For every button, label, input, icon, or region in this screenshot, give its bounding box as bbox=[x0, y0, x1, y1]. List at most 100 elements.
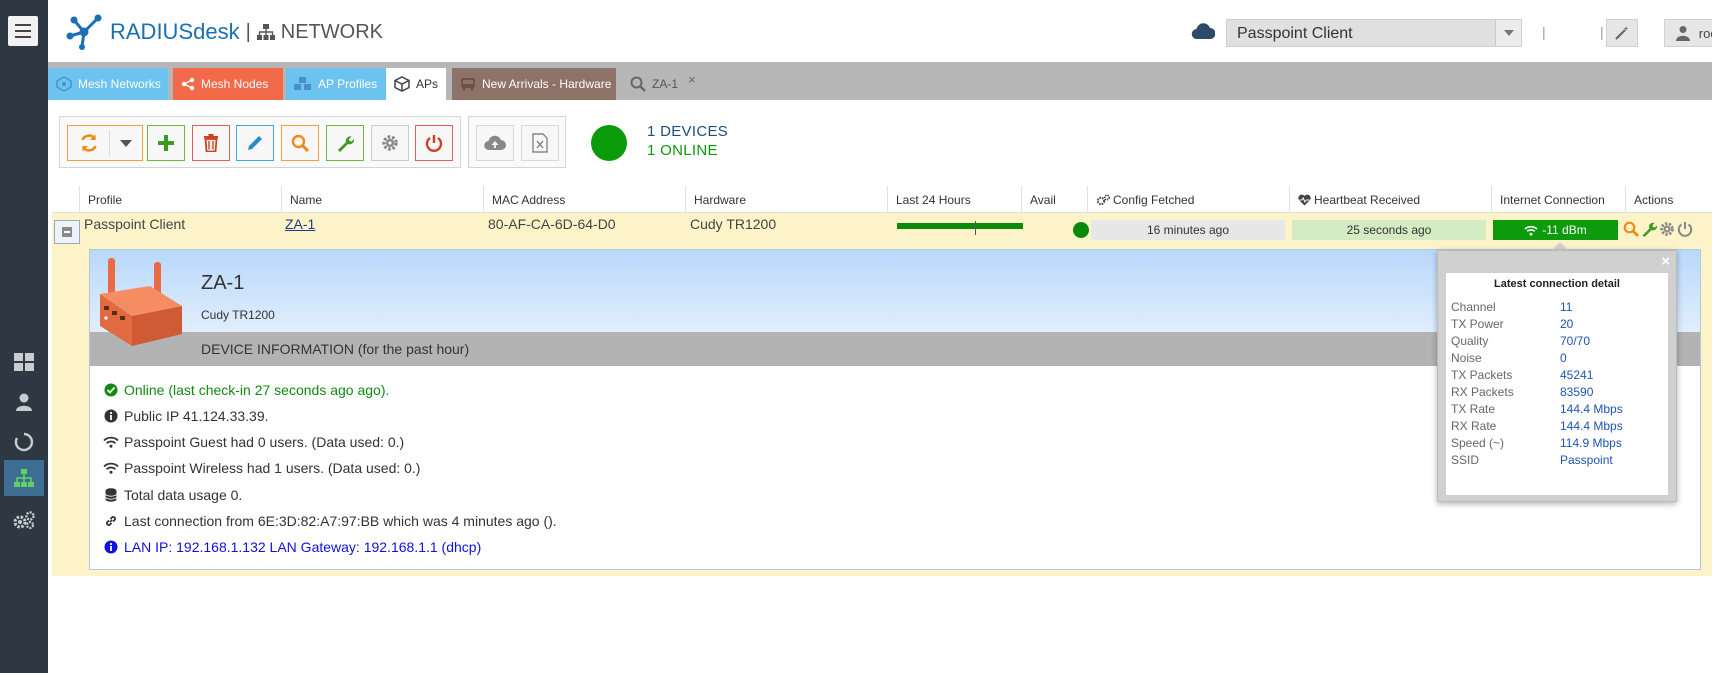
pencil-icon bbox=[248, 136, 262, 150]
detail-row: Noise 0 bbox=[1451, 351, 1567, 365]
settings-cogs-icon[interactable] bbox=[4, 502, 44, 538]
info-ssid-wireless: Passpoint Wireless had 1 users. (Data us… bbox=[103, 460, 420, 476]
bus-icon bbox=[460, 77, 476, 91]
settings-action-gear-icon[interactable] bbox=[1659, 221, 1675, 237]
online-status-indicator bbox=[591, 125, 627, 161]
config-fetched-value: 16 minutes ago bbox=[1091, 220, 1285, 240]
col-hardware[interactable]: Hardware bbox=[685, 186, 887, 213]
info-circle-icon bbox=[103, 540, 119, 554]
row-collapse-button[interactable] bbox=[54, 220, 80, 244]
dashboard-icon[interactable] bbox=[4, 344, 44, 380]
refresh-icon bbox=[80, 134, 97, 152]
detail-row: TX Packets 45241 bbox=[1451, 368, 1594, 382]
menu-toggle-button[interactable] bbox=[8, 16, 38, 46]
grid-header: Profile Name MAC Address Hardware Last 2… bbox=[52, 186, 1712, 213]
top-header: RADIUSdesk | NETWORK Passpoint Client | … bbox=[48, 0, 1712, 62]
brand-separator: | bbox=[245, 20, 251, 43]
info-ssid-guest: Passpoint Guest had 0 users. (Data used:… bbox=[103, 434, 404, 450]
cell-hardware: Cudy TR1200 bbox=[690, 216, 777, 232]
app-root: RADIUSdesk | NETWORK Passpoint Client | … bbox=[0, 0, 1712, 673]
realm-selector[interactable]: Passpoint Client bbox=[1226, 19, 1522, 47]
close-icon[interactable]: × bbox=[1661, 253, 1670, 270]
info-public-ip: Public IP 41.124.33.39. bbox=[103, 408, 269, 424]
col-avail[interactable]: Avail bbox=[1021, 186, 1087, 213]
col-mac-address[interactable]: MAC Address bbox=[483, 186, 685, 213]
database-icon bbox=[103, 488, 119, 502]
info-last-connection: Last connection from 6E:3D:82:A7:97:BB w… bbox=[103, 513, 557, 529]
cubes-icon bbox=[294, 77, 312, 91]
cell-mac-address: 80-AF-CA-6D-64-D0 bbox=[488, 216, 616, 232]
user-menu-button[interactable]: root bbox=[1664, 19, 1712, 47]
connection-detail-popover: × Latest connection detail Channel 11 TX … bbox=[1437, 250, 1677, 502]
cogs-icon bbox=[1096, 194, 1110, 205]
header-divider-2: | bbox=[1600, 24, 1604, 40]
section-name: NETWORK bbox=[280, 20, 384, 43]
col-config-fetched[interactable]: Config Fetched bbox=[1087, 186, 1289, 213]
view-action-search-icon[interactable] bbox=[1623, 221, 1639, 237]
wifi-icon bbox=[1524, 225, 1538, 236]
network-icon[interactable] bbox=[4, 460, 44, 496]
magic-wand-icon bbox=[1615, 26, 1629, 40]
heartbeat-icon bbox=[1298, 194, 1311, 205]
settings-button[interactable] bbox=[371, 125, 409, 161]
col-profile[interactable]: Profile bbox=[79, 186, 281, 213]
export-toolbar bbox=[468, 116, 566, 168]
header-divider: | bbox=[1542, 24, 1546, 40]
detail-row: SSID Passpoint bbox=[1451, 453, 1613, 467]
device-name-link[interactable]: ZA-1 bbox=[285, 216, 315, 232]
device-title: ZA-1 bbox=[201, 272, 245, 294]
col-heartbeat-received[interactable]: Heartbeat Received bbox=[1289, 186, 1491, 213]
row-actions bbox=[1623, 221, 1693, 237]
chevron-down-icon[interactable] bbox=[119, 139, 132, 147]
radiusdesk-logo-icon bbox=[66, 14, 102, 50]
edit-button[interactable] bbox=[236, 125, 274, 161]
realm-selector-value: Passpoint Client bbox=[1237, 25, 1353, 42]
tab-za1[interactable]: ZA-1 × bbox=[622, 68, 712, 100]
detail-row: Speed (~) 114.9 Mbps bbox=[1451, 436, 1622, 450]
tab-new-arrivals-hardware[interactable]: New Arrivals - Hardware bbox=[452, 68, 616, 100]
info-lan-ip: LAN IP: 192.168.1.132 LAN Gateway: 192.1… bbox=[103, 539, 481, 555]
view-button[interactable] bbox=[281, 125, 319, 161]
wrench-icon bbox=[338, 136, 354, 152]
online-count: 1 ONLINE bbox=[647, 142, 718, 159]
left-sidebar bbox=[0, 0, 48, 673]
col-internet-connection[interactable]: Internet Connection bbox=[1491, 186, 1625, 213]
detail-row: TX Power 20 bbox=[1451, 317, 1574, 331]
configure-button[interactable] bbox=[326, 125, 364, 161]
configure-action-wrench-icon[interactable] bbox=[1641, 221, 1657, 237]
tab-mesh-networks[interactable]: Mesh Networks bbox=[48, 68, 168, 100]
username: root bbox=[1698, 25, 1712, 41]
wifi-icon bbox=[103, 436, 119, 448]
connection-detail-body: Latest connection detail Channel 11 TX Po… bbox=[1446, 273, 1668, 495]
upload-button[interactable] bbox=[476, 125, 514, 161]
col-actions[interactable]: Actions bbox=[1625, 186, 1712, 213]
power-action-icon[interactable] bbox=[1677, 221, 1693, 237]
reload-button[interactable] bbox=[67, 125, 143, 161]
col-name[interactable]: Name bbox=[281, 186, 483, 213]
chevron-down-icon[interactable] bbox=[1495, 20, 1521, 46]
user-icon bbox=[1675, 26, 1690, 41]
internet-connection-button[interactable]: -11 dBm bbox=[1493, 220, 1618, 240]
info-circle-icon bbox=[103, 409, 119, 423]
link-icon bbox=[103, 514, 119, 528]
device-hardware: Cudy TR1200 bbox=[201, 308, 275, 322]
export-csv-button[interactable] bbox=[521, 125, 559, 161]
refresh-circle-icon[interactable] bbox=[4, 424, 44, 460]
search-icon bbox=[630, 76, 646, 92]
popover-title: Latest connection detail bbox=[1494, 278, 1620, 290]
wizard-button[interactable] bbox=[1606, 19, 1638, 47]
detail-row: RX Packets 83590 bbox=[1451, 385, 1594, 399]
power-button[interactable] bbox=[415, 125, 453, 161]
tab-aps[interactable]: APs bbox=[386, 68, 446, 100]
tab-mesh-nodes[interactable]: Mesh Nodes bbox=[173, 68, 283, 100]
add-button[interactable] bbox=[147, 125, 185, 161]
col-last-24-hours[interactable]: Last 24 Hours bbox=[887, 186, 1021, 213]
user-icon[interactable] bbox=[4, 384, 44, 420]
table-row-main[interactable]: Passpoint Client ZA-1 80-AF-CA-6D-64-D0 … bbox=[52, 213, 1712, 249]
delete-button[interactable] bbox=[192, 125, 230, 161]
tab-close-icon[interactable]: × bbox=[688, 72, 696, 87]
detail-row: Quality 70/70 bbox=[1451, 334, 1591, 348]
info-data-usage: Total data usage 0. bbox=[103, 487, 242, 503]
cloud-icon bbox=[1191, 22, 1216, 43]
plus-icon bbox=[158, 135, 174, 151]
